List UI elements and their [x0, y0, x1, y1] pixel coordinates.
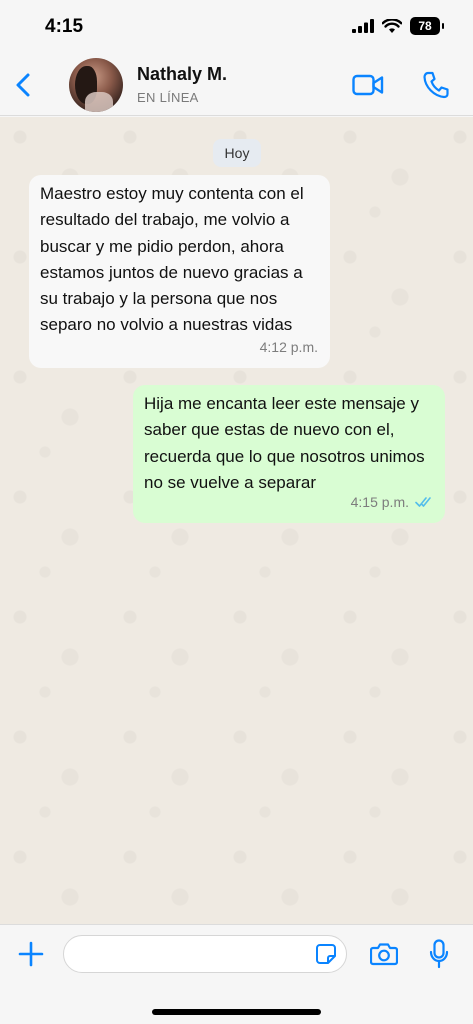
microphone-button[interactable]: [429, 939, 449, 969]
attach-button[interactable]: [18, 941, 44, 967]
message-text: Hija me encanta leer este mensaje y sabe…: [144, 394, 425, 492]
wifi-icon: [382, 18, 402, 34]
message-time: 4:15 p.m.: [350, 493, 409, 510]
read-ticks-icon: [415, 496, 433, 508]
status-bar: 4:15 78: [0, 0, 473, 56]
chat-header: Nathaly M. EN LÍNEA: [0, 56, 473, 116]
back-button[interactable]: [12, 70, 36, 100]
contact-status: EN LÍNEA: [137, 90, 199, 105]
message-meta: 4:12 p.m.: [260, 334, 318, 360]
chat-area[interactable]: Hoy Maestro estoy muy contenta con el re…: [0, 117, 473, 924]
back-chevron-icon: [12, 70, 36, 100]
sticker-icon: [315, 943, 337, 965]
message-input[interactable]: [63, 935, 347, 973]
camera-button[interactable]: [370, 942, 398, 966]
voice-call-button[interactable]: [422, 70, 450, 100]
phone-icon: [422, 70, 450, 100]
message-time: 4:12 p.m.: [259, 338, 318, 355]
sticker-button[interactable]: [315, 943, 337, 965]
contact-name[interactable]: Nathaly M.: [137, 64, 227, 85]
message-meta: 4:15 p.m.: [351, 489, 433, 515]
plus-icon: [18, 941, 44, 967]
microphone-icon: [429, 939, 449, 969]
video-call-button[interactable]: [352, 72, 384, 98]
camera-icon: [370, 942, 398, 966]
battery-icon: 78: [410, 17, 444, 35]
incoming-message[interactable]: Maestro estoy muy contenta con el result…: [29, 175, 330, 368]
date-chip: Hoy: [213, 139, 261, 167]
video-call-icon: [352, 72, 384, 98]
status-time: 4:15: [45, 16, 84, 37]
home-indicator[interactable]: [152, 1009, 321, 1015]
contact-avatar[interactable]: [69, 58, 123, 112]
message-text: Maestro estoy muy contenta con el result…: [40, 184, 304, 335]
status-icons: 78: [352, 17, 444, 35]
outgoing-message[interactable]: Hija me encanta leer este mensaje y sabe…: [133, 385, 445, 523]
signal-icon: [352, 19, 374, 33]
message-composer: [0, 924, 473, 1024]
